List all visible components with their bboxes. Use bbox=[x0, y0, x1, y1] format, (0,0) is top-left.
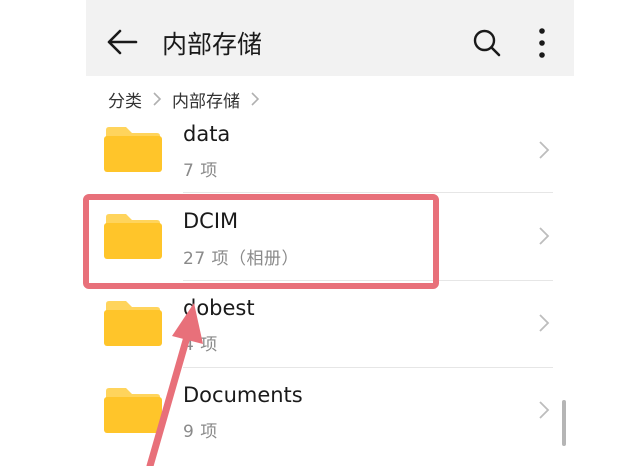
folder-icon bbox=[104, 127, 162, 172]
folder-icon bbox=[104, 388, 162, 433]
chevron-right-icon bbox=[539, 227, 550, 245]
folder-icon bbox=[104, 301, 162, 346]
folder-row-data[interactable]: data 7 项 bbox=[86, 106, 574, 194]
chevron-right-icon bbox=[251, 92, 260, 106]
folder-name: DCIM bbox=[183, 209, 239, 233]
folder-item-count: 27 项（相册） bbox=[183, 249, 300, 269]
scrollbar-thumb[interactable] bbox=[562, 400, 566, 446]
search-icon[interactable] bbox=[472, 28, 502, 58]
arrow-left-icon[interactable] bbox=[106, 28, 138, 56]
chevron-right-icon bbox=[153, 92, 162, 106]
folder-name: data bbox=[183, 122, 231, 146]
more-vertical-icon[interactable] bbox=[534, 26, 550, 60]
folder-item-count: 7 项 bbox=[183, 161, 218, 181]
file-manager-screen: 内部存储 分类 内部存储 data 7 项 DCIM 27 项（相册） dobe… bbox=[86, 0, 574, 466]
top-app-bar: 内部存储 bbox=[86, 0, 574, 76]
folder-item-count: 4 项 bbox=[183, 335, 218, 355]
page-title: 内部存储 bbox=[162, 30, 263, 59]
folder-item-count: 9 项 bbox=[183, 422, 218, 442]
chevron-right-icon bbox=[539, 314, 550, 332]
folder-icon bbox=[104, 214, 162, 259]
folder-name: Documents bbox=[183, 383, 303, 407]
folder-row-documents[interactable]: Documents 9 项 bbox=[86, 368, 574, 456]
chevron-right-icon bbox=[539, 401, 550, 419]
chevron-right-icon bbox=[539, 141, 550, 159]
folder-row-dcim[interactable]: DCIM 27 项（相册） bbox=[86, 193, 574, 281]
folder-row-dobest[interactable]: dobest 4 项 bbox=[86, 281, 574, 369]
folder-name: dobest bbox=[183, 296, 255, 320]
